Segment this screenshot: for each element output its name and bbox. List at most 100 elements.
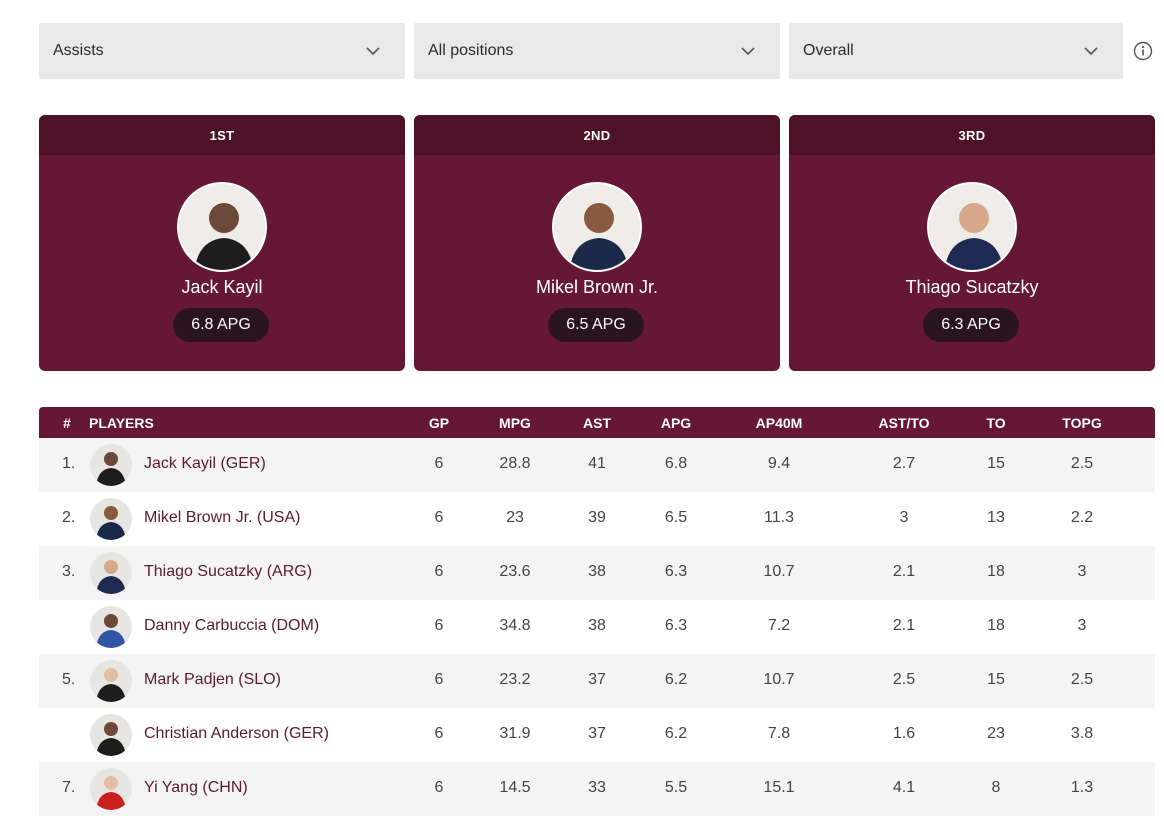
player-avatar	[90, 660, 132, 702]
cell-topg: 2.2	[1070, 509, 1094, 526]
player-name-link[interactable]: Christian Anderson (GER)	[144, 725, 329, 743]
row-rank: 2.	[62, 509, 76, 526]
player-avatar	[927, 182, 1017, 272]
podium-player-name: Mikel Brown Jr.	[535, 277, 659, 297]
col-ap40m[interactable]: AP40M	[756, 415, 803, 431]
cell-apg: 5.5	[664, 779, 688, 796]
cell-to: 18	[987, 617, 1005, 634]
player-avatar	[177, 182, 267, 272]
cell-gp: 6	[434, 779, 444, 796]
cell-mpg: 23.6	[499, 563, 531, 580]
col-apg[interactable]: APG	[661, 415, 691, 431]
cell-astto: 3	[899, 509, 909, 526]
podium-card-third[interactable]: 3RD Thiago Sucatzky 6.3 APG	[789, 115, 1155, 371]
player-name-link[interactable]: Danny Carbuccia (DOM)	[144, 617, 319, 635]
cell-ap40m: 7.8	[767, 725, 791, 742]
info-icon[interactable]	[1133, 41, 1153, 61]
table-row[interactable]: Christian Anderson (GER) 6 31.9 37 6.2 7.8 1.6…	[39, 708, 1155, 762]
cell-ast: 37	[588, 725, 606, 742]
stat-select-value: Assists	[53, 42, 104, 59]
col-mpg[interactable]: MPG	[499, 415, 531, 431]
row-rank: 3.	[62, 563, 76, 580]
cell-topg: 2.5	[1070, 455, 1094, 472]
cell-topg: 3	[1077, 563, 1087, 580]
cell-astto: 4.1	[892, 779, 916, 796]
cell-ap40m: 9.4	[767, 455, 791, 472]
chevron-down-icon	[366, 47, 380, 56]
table-row[interactable]: Danny Carbuccia (DOM) 6 34.8 38 6.3 7.2 2.1 18 3	[39, 600, 1155, 654]
table-row[interactable]: 3. Thiago Sucatzky (ARG) 6 23.6 38 6.3 10.7 2.1…	[39, 546, 1155, 600]
col-gp[interactable]: GP	[429, 415, 449, 431]
cell-to: 15	[987, 671, 1005, 688]
player-name-link[interactable]: Jack Kayil (GER)	[144, 455, 266, 473]
cell-apg: 6.5	[664, 509, 688, 526]
table-row[interactable]: 7. Yi Yang (CHN) 6 14.5 33 5.5 15.1 4.1 8 1.3	[39, 762, 1155, 816]
table-row[interactable]: 1. Jack Kayil (GER) 6 28.8 41 6.8 9.4 2.7 15 2.5	[39, 438, 1155, 492]
cell-topg: 3	[1077, 617, 1087, 634]
cell-topg: 2.5	[1070, 671, 1094, 688]
cell-mpg: 28.8	[499, 455, 531, 472]
col-to[interactable]: TO	[986, 415, 1005, 431]
cell-astto: 2.7	[892, 455, 916, 472]
position-select[interactable]: All positions	[414, 23, 780, 79]
table-row[interactable]: 5. Mark Padjen (SLO) 6 23.2 37 6.2 10.7 2.5 15 2.…	[39, 654, 1155, 708]
player-name-link[interactable]: Yi Yang (CHN)	[144, 779, 248, 797]
podium-value-badge: 6.3 APG	[923, 308, 1019, 342]
cell-to: 13	[987, 509, 1005, 526]
cell-ap40m: 10.7	[763, 563, 795, 580]
cell-apg: 6.2	[664, 725, 688, 742]
player-avatar	[552, 182, 642, 272]
row-rank: 7.	[62, 779, 76, 796]
player-avatar	[90, 606, 132, 648]
cell-astto: 2.1	[892, 617, 916, 634]
position-select-value: All positions	[428, 42, 514, 59]
player-avatar	[90, 552, 132, 594]
table-row[interactable]: 2. Mikel Brown Jr. (USA) 6 23 39 6.5 11.3 3 13 2.…	[39, 492, 1155, 546]
cell-apg: 6.3	[664, 563, 688, 580]
cell-apg: 6.2	[664, 671, 688, 688]
cell-apg: 6.3	[664, 617, 688, 634]
row-rank: 5.	[62, 671, 76, 688]
cell-topg: 3.8	[1070, 725, 1094, 742]
cell-mpg: 23.2	[499, 671, 531, 688]
player-avatar	[90, 714, 132, 756]
podium-place: 1ST	[39, 115, 405, 155]
cell-astto: 2.5	[892, 671, 916, 688]
cell-ap40m: 10.7	[763, 671, 795, 688]
cell-astto: 1.6	[892, 725, 916, 742]
cell-ast: 37	[588, 671, 606, 688]
cell-ast: 38	[588, 563, 606, 580]
cell-to: 18	[987, 563, 1005, 580]
cell-mpg: 34.8	[499, 617, 531, 634]
cell-ast: 41	[588, 455, 606, 472]
cell-ap40m: 11.3	[764, 509, 794, 526]
cell-gp: 6	[434, 509, 444, 526]
cell-ast: 39	[588, 509, 606, 526]
stat-select[interactable]: Assists	[39, 23, 405, 79]
cell-mpg: 14.5	[499, 779, 531, 796]
row-rank: 1.	[62, 455, 76, 472]
player-name-link[interactable]: Thiago Sucatzky (ARG)	[144, 563, 312, 581]
col-ast[interactable]: AST	[583, 415, 611, 431]
podium-place: 2ND	[414, 115, 780, 155]
player-avatar	[90, 498, 132, 540]
player-name-link[interactable]: Mikel Brown Jr. (USA)	[144, 509, 300, 527]
scope-select-value: Overall	[803, 42, 854, 59]
player-name-link[interactable]: Mark Padjen (SLO)	[144, 671, 281, 689]
podium-player-name: Jack Kayil	[181, 277, 263, 297]
cell-to: 15	[987, 455, 1005, 472]
cell-ap40m: 7.2	[767, 617, 791, 634]
podium-card-second[interactable]: 2ND Mikel Brown Jr. 6.5 APG	[414, 115, 780, 371]
scope-select[interactable]: Overall	[789, 23, 1123, 79]
table-header: # PLAYERS GP MPG AST APG AP40M AST/TO TO…	[39, 407, 1155, 438]
col-astto[interactable]: AST/TO	[878, 415, 929, 431]
podium-card-first[interactable]: 1ST Jack Kayil 6.8 APG	[39, 115, 405, 371]
col-topg[interactable]: TOPG	[1062, 415, 1101, 431]
cell-apg: 6.8	[664, 455, 688, 472]
cell-topg: 1.3	[1070, 779, 1094, 796]
cell-ast: 38	[588, 617, 606, 634]
col-players[interactable]: PLAYERS	[89, 415, 154, 431]
podium: 1ST Jack Kayil 6.8 APG 2ND Mikel Brown J…	[39, 115, 1155, 371]
filter-bar: Assists All positions Overall	[39, 23, 1155, 79]
player-avatar	[90, 768, 132, 810]
